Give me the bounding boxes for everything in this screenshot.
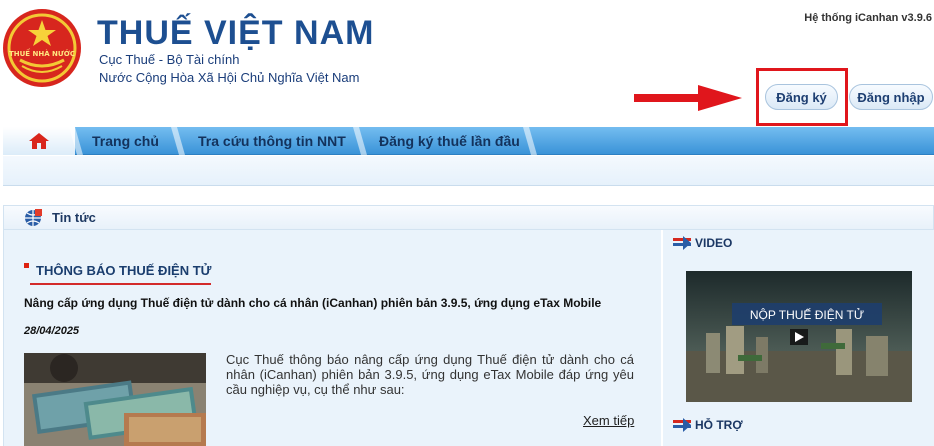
video-player[interactable]: NỘP THUẾ ĐIỆN TỬ <box>686 271 912 402</box>
tab-first-registration[interactable]: Đăng ký thuế lần đầu <box>379 127 520 155</box>
nav-separator <box>171 127 185 155</box>
main-nav: Trang chủ Tra cứu thông tin NNT Đăng ký … <box>3 127 934 155</box>
video-section-icon <box>673 236 691 250</box>
site-subtitle-ministry: Cục Thuế - Bộ Tài chính <box>99 52 240 67</box>
video-caption: NỘP THUẾ ĐIỆN TỬ <box>750 307 864 322</box>
page: THUẾ NHÀ NƯỚC THUẾ VIỆT NAM Cục Thuế - B… <box>0 0 934 446</box>
home-icon <box>29 133 49 149</box>
tab-lookup-taxpayer[interactable]: Tra cứu thông tin NNT <box>198 127 346 155</box>
header: THUẾ NHÀ NƯỚC THUẾ VIỆT NAM Cục Thuế - B… <box>0 0 934 126</box>
tab-home[interactable]: Trang chủ <box>92 127 159 155</box>
support-section-icon <box>673 418 691 432</box>
article-summary: Cục Thuế thông báo nâng cấp ứng dụng Thu… <box>226 352 634 397</box>
site-subtitle-country: Nước Cộng Hòa Xã Hội Chủ Nghĩa Việt Nam <box>99 70 360 85</box>
logo-text: THUẾ NHÀ NƯỚC <box>9 48 75 58</box>
news-section-header: Tin tức <box>3 205 934 230</box>
red-highlight-annotation <box>756 68 848 126</box>
video-thumbnail: NỘP THUẾ ĐIỆN TỬ <box>686 271 912 402</box>
news-section-title: Tin tức <box>52 210 96 225</box>
site-title: THUẾ VIỆT NAM <box>97 14 375 52</box>
article-title-link[interactable]: Nâng cấp ứng dụng Thuế điện tử dành cho … <box>24 296 624 310</box>
login-button[interactable]: Đăng nhập <box>849 84 933 110</box>
read-more-link[interactable]: Xem tiếp <box>583 413 634 428</box>
heading-underline <box>30 283 211 285</box>
nav-separator <box>353 127 367 155</box>
red-arrow-annotation <box>634 85 742 111</box>
sub-nav-bar <box>3 156 934 186</box>
video-section-header: VIDEO <box>673 233 732 253</box>
e-tax-notice-heading[interactable]: THÔNG BÁO THUẾ ĐIỆN TỬ <box>36 263 211 278</box>
nav-home-tab[interactable] <box>3 127 75 155</box>
video-section-title: VIDEO <box>695 236 733 250</box>
heading-marker <box>24 263 29 268</box>
article-date: 28/04/2025 <box>24 325 80 337</box>
tax-emblem-logo: THUẾ NHÀ NƯỚC <box>3 9 81 87</box>
news-globe-icon <box>25 209 42 226</box>
support-section-title: HỖ TRỢ <box>695 418 743 432</box>
nav-separator <box>523 127 537 155</box>
article-thumbnail-money[interactable] <box>24 353 206 446</box>
support-section-header: HỖ TRỢ <box>673 415 743 435</box>
system-version: Hệ thống iCanhan v3.9.6 <box>804 12 932 24</box>
nav-separator <box>69 127 83 155</box>
